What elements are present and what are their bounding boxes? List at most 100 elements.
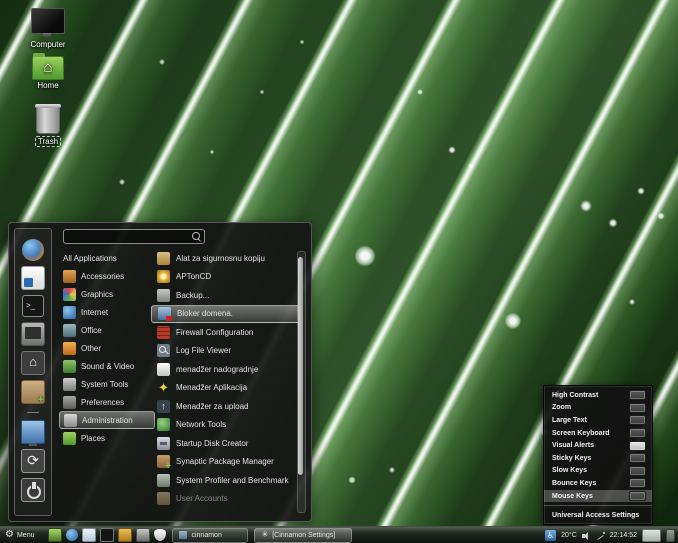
- app-item-synaptic[interactable]: Synaptic Package Manager: [151, 453, 301, 472]
- terminal-icon[interactable]: >_: [22, 295, 44, 317]
- a11y-item-bounce-keys[interactable]: Bounce Keys: [544, 477, 652, 490]
- taskbar-window-cinnamon-settings[interactable]: ✳ [Cinnamon Settings]: [254, 528, 352, 543]
- a11y-item-large-text[interactable]: Large Text: [544, 414, 652, 427]
- sound-video-icon: [63, 360, 76, 373]
- upload-icon: ↑: [157, 400, 170, 413]
- app-item-domain-blocker[interactable]: Bloker domena.: [151, 305, 301, 324]
- app-item-backup[interactable]: Backup...: [151, 286, 301, 305]
- panel-launchers: [48, 528, 166, 542]
- app-item-log-viewer[interactable]: Log File Viewer: [151, 342, 301, 361]
- network-icon[interactable]: [596, 531, 605, 540]
- notifications-box[interactable]: [666, 529, 675, 542]
- sticky-keys-toggle[interactable]: [629, 453, 646, 463]
- update-shield-icon[interactable]: [154, 529, 166, 541]
- application-menu-window: >_ ⌂ ⟳ All Applications Accessories Grap…: [8, 222, 312, 522]
- aptoncd-icon: [157, 270, 170, 283]
- a11y-item-sticky-keys[interactable]: Sticky Keys: [544, 452, 652, 465]
- a11y-item-screen-keyboard[interactable]: Screen Keyboard: [544, 427, 652, 440]
- universal-access-settings-item[interactable]: Universal Access Settings: [544, 506, 652, 524]
- app-list-scrollbar[interactable]: [297, 251, 306, 513]
- screenshot-icon[interactable]: [136, 528, 150, 542]
- desktop-icon-trash[interactable]: Trash: [16, 106, 80, 146]
- category-system-tools[interactable]: System Tools: [59, 375, 155, 393]
- show-desktop-box[interactable]: [642, 529, 661, 542]
- file-manager-icon[interactable]: [118, 528, 132, 542]
- startup-disk-icon: [157, 437, 170, 450]
- mouse-keys-toggle[interactable]: [629, 491, 646, 501]
- high-contrast-toggle[interactable]: [629, 390, 646, 400]
- app-item-upload-manager[interactable]: ↑Menadžer za upload: [151, 397, 301, 416]
- firefox-icon[interactable]: [66, 529, 78, 541]
- menu-search-input[interactable]: [63, 229, 205, 244]
- app-item-firewall[interactable]: Firewall Configuration: [151, 323, 301, 342]
- other-icon: [63, 342, 76, 355]
- zoom-toggle[interactable]: [629, 403, 646, 413]
- category-preferences[interactable]: Preferences: [59, 393, 155, 411]
- screen-keyboard-toggle[interactable]: [629, 428, 646, 438]
- internet-icon: [63, 306, 76, 319]
- sidebar-divider: [27, 412, 39, 413]
- show-desktop-icon[interactable]: [48, 528, 62, 542]
- accessibility-icon[interactable]: ♿: [545, 530, 556, 541]
- universal-access-menu: High Contrast Zoom Large Text Screen Key…: [543, 385, 653, 525]
- category-graphics[interactable]: Graphics: [59, 285, 155, 303]
- a11y-item-visual-alerts[interactable]: Visual Alerts: [544, 439, 652, 452]
- displays-icon[interactable]: [21, 420, 45, 444]
- terminal-icon[interactable]: [100, 528, 114, 542]
- trash-icon: [36, 106, 60, 134]
- desktop-icon-label: Computer: [16, 40, 80, 49]
- menu-button[interactable]: ⚙ Menu: [0, 527, 42, 543]
- app-item-update-manager[interactable]: menadžer nadogradnje: [151, 360, 301, 379]
- category-internet[interactable]: Internet: [59, 303, 155, 321]
- window-icon: [179, 531, 187, 539]
- home-dark-icon[interactable]: ⌂: [21, 351, 45, 375]
- logout-refresh-icon[interactable]: ⟳: [21, 449, 45, 473]
- writer-document-icon[interactable]: [21, 266, 45, 290]
- backup-tool-icon: [157, 252, 170, 265]
- accessories-icon: [63, 270, 76, 283]
- document-icon[interactable]: [82, 528, 96, 542]
- log-viewer-icon: [157, 344, 170, 357]
- category-office[interactable]: Office: [59, 321, 155, 339]
- bounce-keys-toggle[interactable]: [629, 478, 646, 488]
- software-manager-icon[interactable]: [21, 380, 45, 404]
- house-glyph: ⌂: [33, 57, 63, 79]
- desktop-icon-label: Trash: [35, 136, 61, 147]
- visual-alerts-toggle[interactable]: [629, 441, 646, 451]
- clock[interactable]: 22:14:52: [610, 532, 637, 539]
- system-tray: ♿ 20°C 22:14:52: [545, 529, 678, 542]
- desktop-icon-computer[interactable]: Computer: [16, 8, 80, 49]
- app-item-profiler[interactable]: System Profiler and Benchmark: [151, 471, 301, 490]
- a11y-item-high-contrast[interactable]: High Contrast: [544, 389, 652, 402]
- desktop-icon-label: Home: [16, 81, 80, 90]
- app-item-user-accounts[interactable]: User Accounts: [151, 490, 301, 509]
- a11y-item-mouse-keys[interactable]: Mouse Keys: [544, 490, 652, 503]
- update-shield-icon: [157, 363, 170, 376]
- firefox-icon[interactable]: [22, 239, 44, 261]
- category-accessories[interactable]: Accessories: [59, 267, 155, 285]
- category-administration[interactable]: Administration: [59, 411, 155, 429]
- category-sound-video[interactable]: Sound & Video: [59, 357, 155, 375]
- computer-box-icon[interactable]: [21, 322, 45, 346]
- desktop-icon-home[interactable]: ⌂ Home: [16, 56, 80, 90]
- app-item-backup-tool[interactable]: Alat za sigurnosnu kopiju: [151, 249, 301, 268]
- a11y-item-slow-keys[interactable]: Slow Keys: [544, 465, 652, 478]
- category-all-applications[interactable]: All Applications: [59, 249, 155, 267]
- app-item-network-tools[interactable]: Network Tools: [151, 416, 301, 435]
- taskbar-window-cinnamon[interactable]: cinnamon: [172, 528, 248, 543]
- menu-favorites-sidebar: >_ ⌂ ⟳: [14, 228, 52, 516]
- category-places[interactable]: Places: [59, 429, 155, 447]
- slow-keys-toggle[interactable]: [629, 466, 646, 476]
- a11y-item-zoom[interactable]: Zoom: [544, 402, 652, 415]
- app-item-aptoncd[interactable]: APTonCD: [151, 268, 301, 287]
- volume-icon[interactable]: [582, 531, 591, 540]
- shutdown-icon[interactable]: [21, 478, 45, 502]
- app-manager-star-icon: ✦: [157, 381, 170, 394]
- large-text-toggle[interactable]: [629, 415, 646, 425]
- app-item-startup-disk[interactable]: Startup Disk Creator: [151, 434, 301, 453]
- category-other[interactable]: Other: [59, 339, 155, 357]
- app-item-app-manager[interactable]: ✦Menadžer Aplikacija: [151, 379, 301, 398]
- computer-icon: [31, 8, 65, 34]
- network-tools-icon: [157, 418, 170, 431]
- scrollbar-thumb[interactable]: [298, 257, 303, 475]
